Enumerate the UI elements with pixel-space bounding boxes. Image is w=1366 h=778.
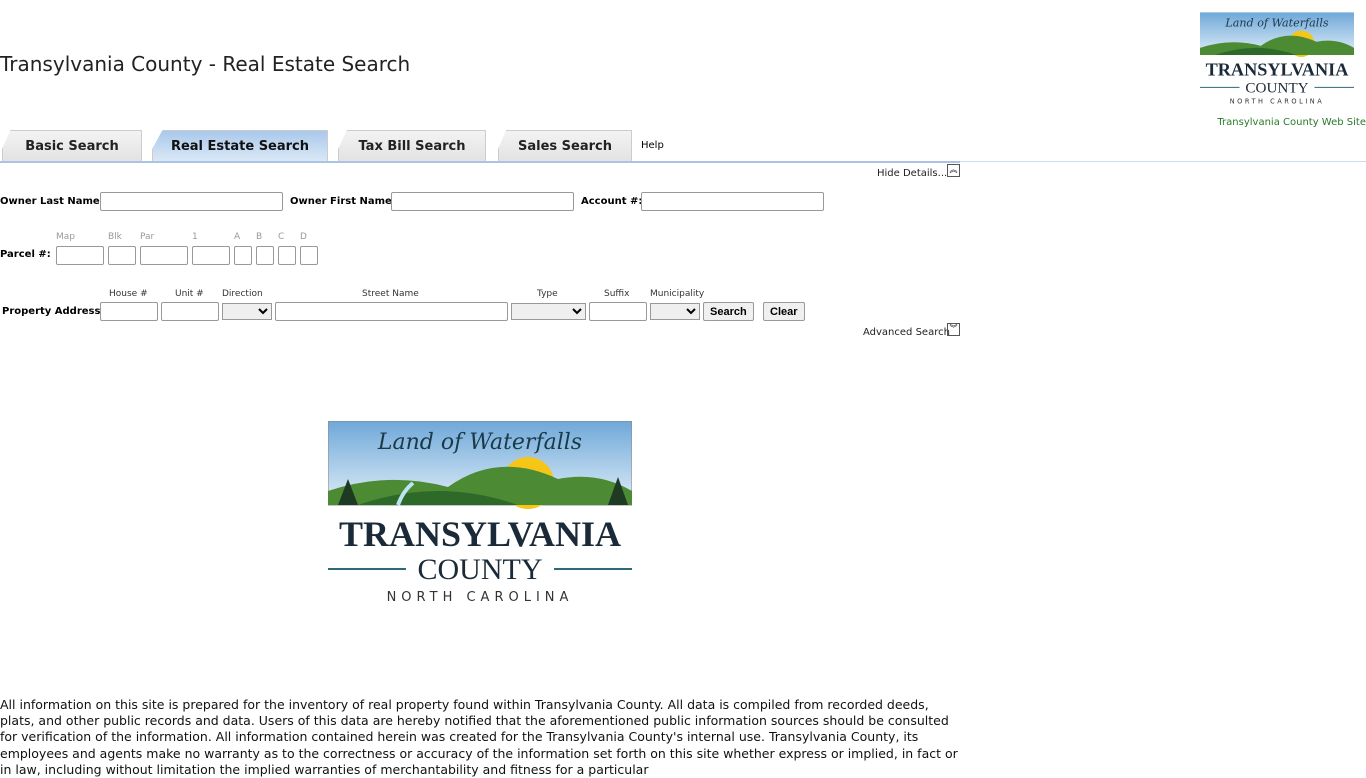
unit-number-label: Unit # [175,289,204,299]
tab-divider [0,161,960,163]
county-logo-large: Land of Waterfalls TRANSYLVANIA COUNTY N… [328,421,632,605]
parcel-par-label: Par [140,232,155,242]
owner-last-name-input[interactable] [100,192,283,211]
svg-text:COUNTY: COUNTY [418,553,543,586]
clear-button[interactable]: Clear [763,302,805,321]
parcel-d-label: D [300,232,307,242]
parcel-d-input[interactable] [300,246,318,265]
suffix-label: Suffix [604,289,630,299]
parcel-blk-input[interactable] [108,246,136,265]
parcel-c-label: C [278,232,285,242]
svg-text:Land of Waterfalls: Land of Waterfalls [1224,17,1329,30]
svg-text:TRANSYLVANIA: TRANSYLVANIA [339,514,621,554]
parcel-map-input[interactable] [56,246,104,265]
search-button[interactable]: Search [703,302,754,321]
owner-first-name-label: Owner First Name: [290,196,396,207]
owner-last-name-label: Owner Last Name: [0,196,104,207]
account-label: Account #: [581,196,643,207]
page-title: Transylvania County - Real Estate Search [0,52,411,76]
parcel-a-label: A [234,232,241,242]
parcel-par-input[interactable] [140,246,188,265]
parcel-b-input[interactable] [256,246,274,265]
suffix-input[interactable] [589,302,647,321]
type-select[interactable] [511,303,586,320]
municipality-label: Municipality [650,289,705,299]
tab-real-estate-search[interactable]: Real Estate Search [152,130,328,162]
help-link[interactable]: Help [641,140,664,151]
disclaimer-text: All information on this site is prepared… [0,697,958,777]
svg-text:TRANSYLVANIA: TRANSYLVANIA [1206,60,1350,80]
parcel-blk-label: Blk [108,232,122,242]
tab-divider-right [960,161,1366,162]
unit-number-input[interactable] [161,302,219,321]
account-input[interactable] [641,192,824,211]
parcel-1-input[interactable] [192,246,230,265]
direction-select[interactable] [222,303,272,320]
street-name-label: Street Name [362,289,419,299]
tab-basic-search[interactable]: Basic Search [2,130,142,162]
house-number-label: House # [109,289,148,299]
svg-text:NORTH CAROLINA: NORTH CAROLINA [1230,98,1325,106]
house-number-input[interactable] [100,302,158,321]
advanced-search-link[interactable]: Advanced Search [863,327,950,338]
parcel-b-label: B [256,232,263,242]
parcel-c-input[interactable] [278,246,296,265]
tab-tax-bill-search[interactable]: Tax Bill Search [338,130,486,162]
parcel-1-label: 1 [192,232,198,242]
county-logo-small[interactable]: Land of Waterfalls TRANSYLVANIA COUNTY N… [1200,12,1354,106]
owner-first-name-input[interactable] [391,192,574,211]
direction-label: Direction [222,289,263,299]
parcel-label: Parcel #: [0,249,51,260]
chevron-up-icon[interactable]: ︽ [947,164,960,177]
hide-details-link[interactable]: Hide Details... [877,168,947,179]
parcel-a-input[interactable] [234,246,252,265]
svg-text:NORTH CAROLINA: NORTH CAROLINA [387,590,574,605]
parcel-map-label: Map [56,232,75,242]
chevron-down-icon[interactable]: ︾ [947,323,960,336]
street-name-input[interactable] [275,302,508,321]
municipality-select[interactable] [650,303,700,320]
svg-text:Land of Waterfalls: Land of Waterfalls [377,430,582,455]
tab-sales-search[interactable]: Sales Search [498,130,632,162]
svg-text:COUNTY: COUNTY [1245,79,1308,96]
county-website-link[interactable]: Transylvania County Web Site [1217,117,1366,128]
property-address-label: Property Address: [2,306,105,317]
type-label: Type [537,289,558,299]
